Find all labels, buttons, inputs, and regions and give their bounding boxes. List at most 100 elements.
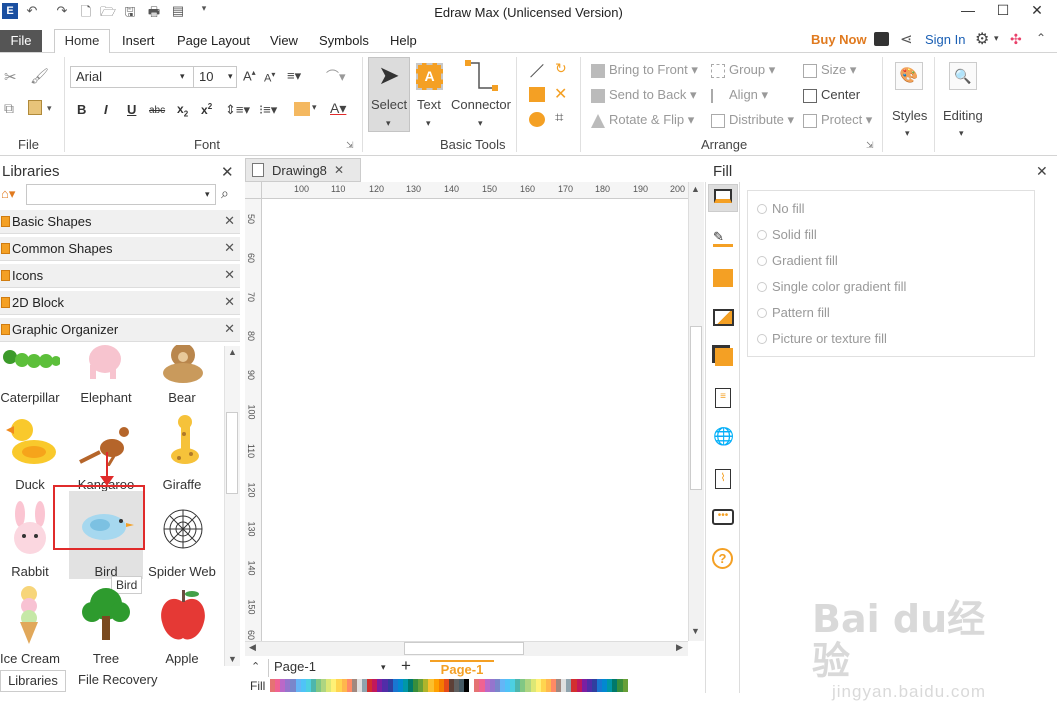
attachment-icon[interactable]: ⌇ (715, 469, 731, 489)
rotate-flip-button[interactable]: Rotate & Flip ▾ (591, 112, 694, 128)
scroll-down-icon[interactable]: ▼ (228, 654, 237, 664)
settings-gear-icon[interactable]: ⚙ (975, 29, 989, 49)
buy-now-link[interactable]: Buy Now (811, 32, 867, 47)
fill-option-picture-texture[interactable]: Picture or texture fill (757, 331, 887, 346)
superscript-icon[interactable]: x2 (201, 102, 212, 117)
fill-option-no-fill[interactable]: No fill (757, 201, 805, 216)
close-icon[interactable]: ✕ (221, 163, 234, 181)
ellipse-tool-icon[interactable] (529, 112, 545, 127)
scroll-down-icon[interactable]: ▼ (691, 626, 700, 636)
shrink-font-icon[interactable]: A▾ (264, 70, 275, 85)
apps-icon[interactable]: ✣ (1010, 31, 1022, 48)
protect-button[interactable]: Protect ▾ (803, 112, 872, 128)
fill-option-solid[interactable]: Solid fill (757, 227, 817, 242)
scroll-right-icon[interactable]: ▶ (676, 642, 683, 653)
library-category-common-shapes[interactable]: Common Shapes ✕ (0, 237, 240, 261)
caterpillar-shape[interactable] (2, 345, 60, 375)
connector-icon[interactable] (465, 60, 499, 92)
close-icon[interactable]: ✕ (224, 240, 235, 256)
close-icon[interactable]: ✕ (224, 213, 235, 229)
font-color-icon[interactable]: A▾ (330, 100, 346, 117)
library-category-2d-block[interactable]: 2D Block ✕ (0, 291, 240, 315)
home-icon[interactable]: ⌂▾ (1, 186, 15, 202)
cut-icon[interactable]: ✂ (4, 68, 17, 86)
format-painter-icon[interactable]: 🖌 (30, 67, 49, 85)
ice-cream-shape[interactable] (14, 586, 44, 644)
line-spacing-icon[interactable]: ≡▾ (287, 68, 301, 84)
styles-button[interactable]: Styles (892, 108, 927, 123)
maximize-icon[interactable]: ☐ (988, 2, 1018, 22)
bullets-icon[interactable]: ⁝≡▾ (259, 102, 277, 118)
text-tool-label[interactable]: Text (417, 97, 441, 112)
collapse-ribbon-icon[interactable]: ⌃ (1036, 31, 1046, 45)
tab-home[interactable]: Home (54, 29, 110, 54)
color-palette[interactable] (270, 679, 628, 692)
bring-to-front-button[interactable]: Bring to Front ▾ (591, 62, 698, 78)
paste-dropdown-icon[interactable]: ▾ (47, 103, 52, 114)
arc-tool-icon[interactable]: ↻ (555, 60, 567, 77)
globe-icon[interactable]: 🌐 (713, 427, 734, 447)
grow-font-icon[interactable]: A▴ (243, 68, 256, 83)
center-button[interactable]: Center (803, 87, 860, 103)
scroll-up-icon[interactable]: ▲ (691, 184, 700, 194)
tree-shape[interactable] (80, 586, 132, 644)
giraffe-shape[interactable] (165, 414, 205, 470)
tab-page-layout[interactable]: Page Layout (177, 31, 250, 53)
library-search-input[interactable] (26, 184, 216, 205)
chevron-down-icon[interactable]: ▾ (205, 189, 210, 200)
search-icon[interactable]: ⌕ (221, 185, 229, 202)
editing-search-icon[interactable]: 🔍 (949, 62, 977, 90)
close-icon[interactable]: ✕ (224, 294, 235, 310)
text-curve-icon[interactable]: ⌒▾ (326, 66, 346, 85)
dialog-launcher-icon[interactable]: ⇲ (866, 140, 874, 151)
paragraph-spacing-icon[interactable]: ⇕≡▾ (225, 102, 250, 118)
tab-symbols[interactable]: Symbols (319, 31, 369, 53)
send-to-back-button[interactable]: Send to Back ▾ (591, 87, 696, 103)
library-category-graphic-organizer[interactable]: Graphic Organizer ✕ (0, 318, 240, 342)
close-icon[interactable]: ✕ (224, 321, 235, 337)
text-tool-icon[interactable]: A (416, 63, 443, 90)
align-button[interactable]: Align ▾ (711, 87, 768, 103)
cross-tool-icon[interactable]: ✕ (554, 84, 567, 104)
duck-shape[interactable] (4, 416, 58, 466)
share-icon[interactable]: ⋖ (900, 30, 913, 48)
close-icon[interactable]: ✕ (334, 163, 344, 177)
crop-tool-icon[interactable]: ⌗ (555, 109, 563, 126)
bear-shape[interactable] (156, 345, 210, 383)
layers-icon[interactable] (715, 348, 733, 366)
scroll-thumb[interactable] (690, 326, 702, 490)
help-icon[interactable]: ? (712, 548, 733, 569)
scroll-up-icon[interactable]: ▲ (228, 347, 237, 357)
apple-shape[interactable] (158, 588, 208, 644)
tab-insert[interactable]: Insert (122, 31, 155, 53)
tab-view[interactable]: View (270, 31, 298, 53)
scroll-left-icon[interactable]: ◀ (249, 642, 256, 653)
chevron-down-icon[interactable]: ▾ (312, 102, 317, 113)
dialog-launcher-icon[interactable]: ⇲ (346, 140, 354, 151)
library-category-basic-shapes[interactable]: Basic Shapes ✕ (0, 210, 240, 234)
drawing-canvas[interactable] (262, 199, 688, 641)
image-icon[interactable] (713, 309, 734, 326)
distribute-button[interactable]: Distribute ▾ (711, 112, 794, 128)
close-icon[interactable]: ✕ (224, 267, 235, 283)
line-style-icon[interactable]: ✎ (713, 229, 733, 247)
rectangle-tool-icon[interactable] (529, 87, 545, 102)
close-window-icon[interactable]: ✕ (1022, 2, 1052, 22)
sign-in-link[interactable]: Sign In (925, 32, 965, 47)
scroll-thumb[interactable] (226, 412, 238, 494)
size-button[interactable]: Size ▾ (803, 62, 856, 78)
editing-button[interactable]: Editing (943, 108, 983, 123)
paste-icon[interactable] (28, 100, 42, 115)
tab-help[interactable]: Help (390, 31, 417, 53)
text-highlight-icon[interactable] (294, 102, 310, 116)
cart-icon[interactable] (874, 32, 889, 46)
library-scrollbar[interactable] (224, 346, 240, 666)
spider-web-shape[interactable] (162, 508, 204, 550)
minimize-icon[interactable]: — (953, 2, 983, 22)
bold-icon[interactable]: B (77, 102, 86, 117)
tab-file-recovery[interactable]: File Recovery (78, 672, 157, 687)
add-page-icon[interactable]: + (401, 656, 411, 676)
fill-option-gradient[interactable]: Gradient fill (757, 253, 838, 268)
rabbit-shape[interactable] (6, 500, 56, 558)
italic-icon[interactable]: I (104, 102, 108, 117)
